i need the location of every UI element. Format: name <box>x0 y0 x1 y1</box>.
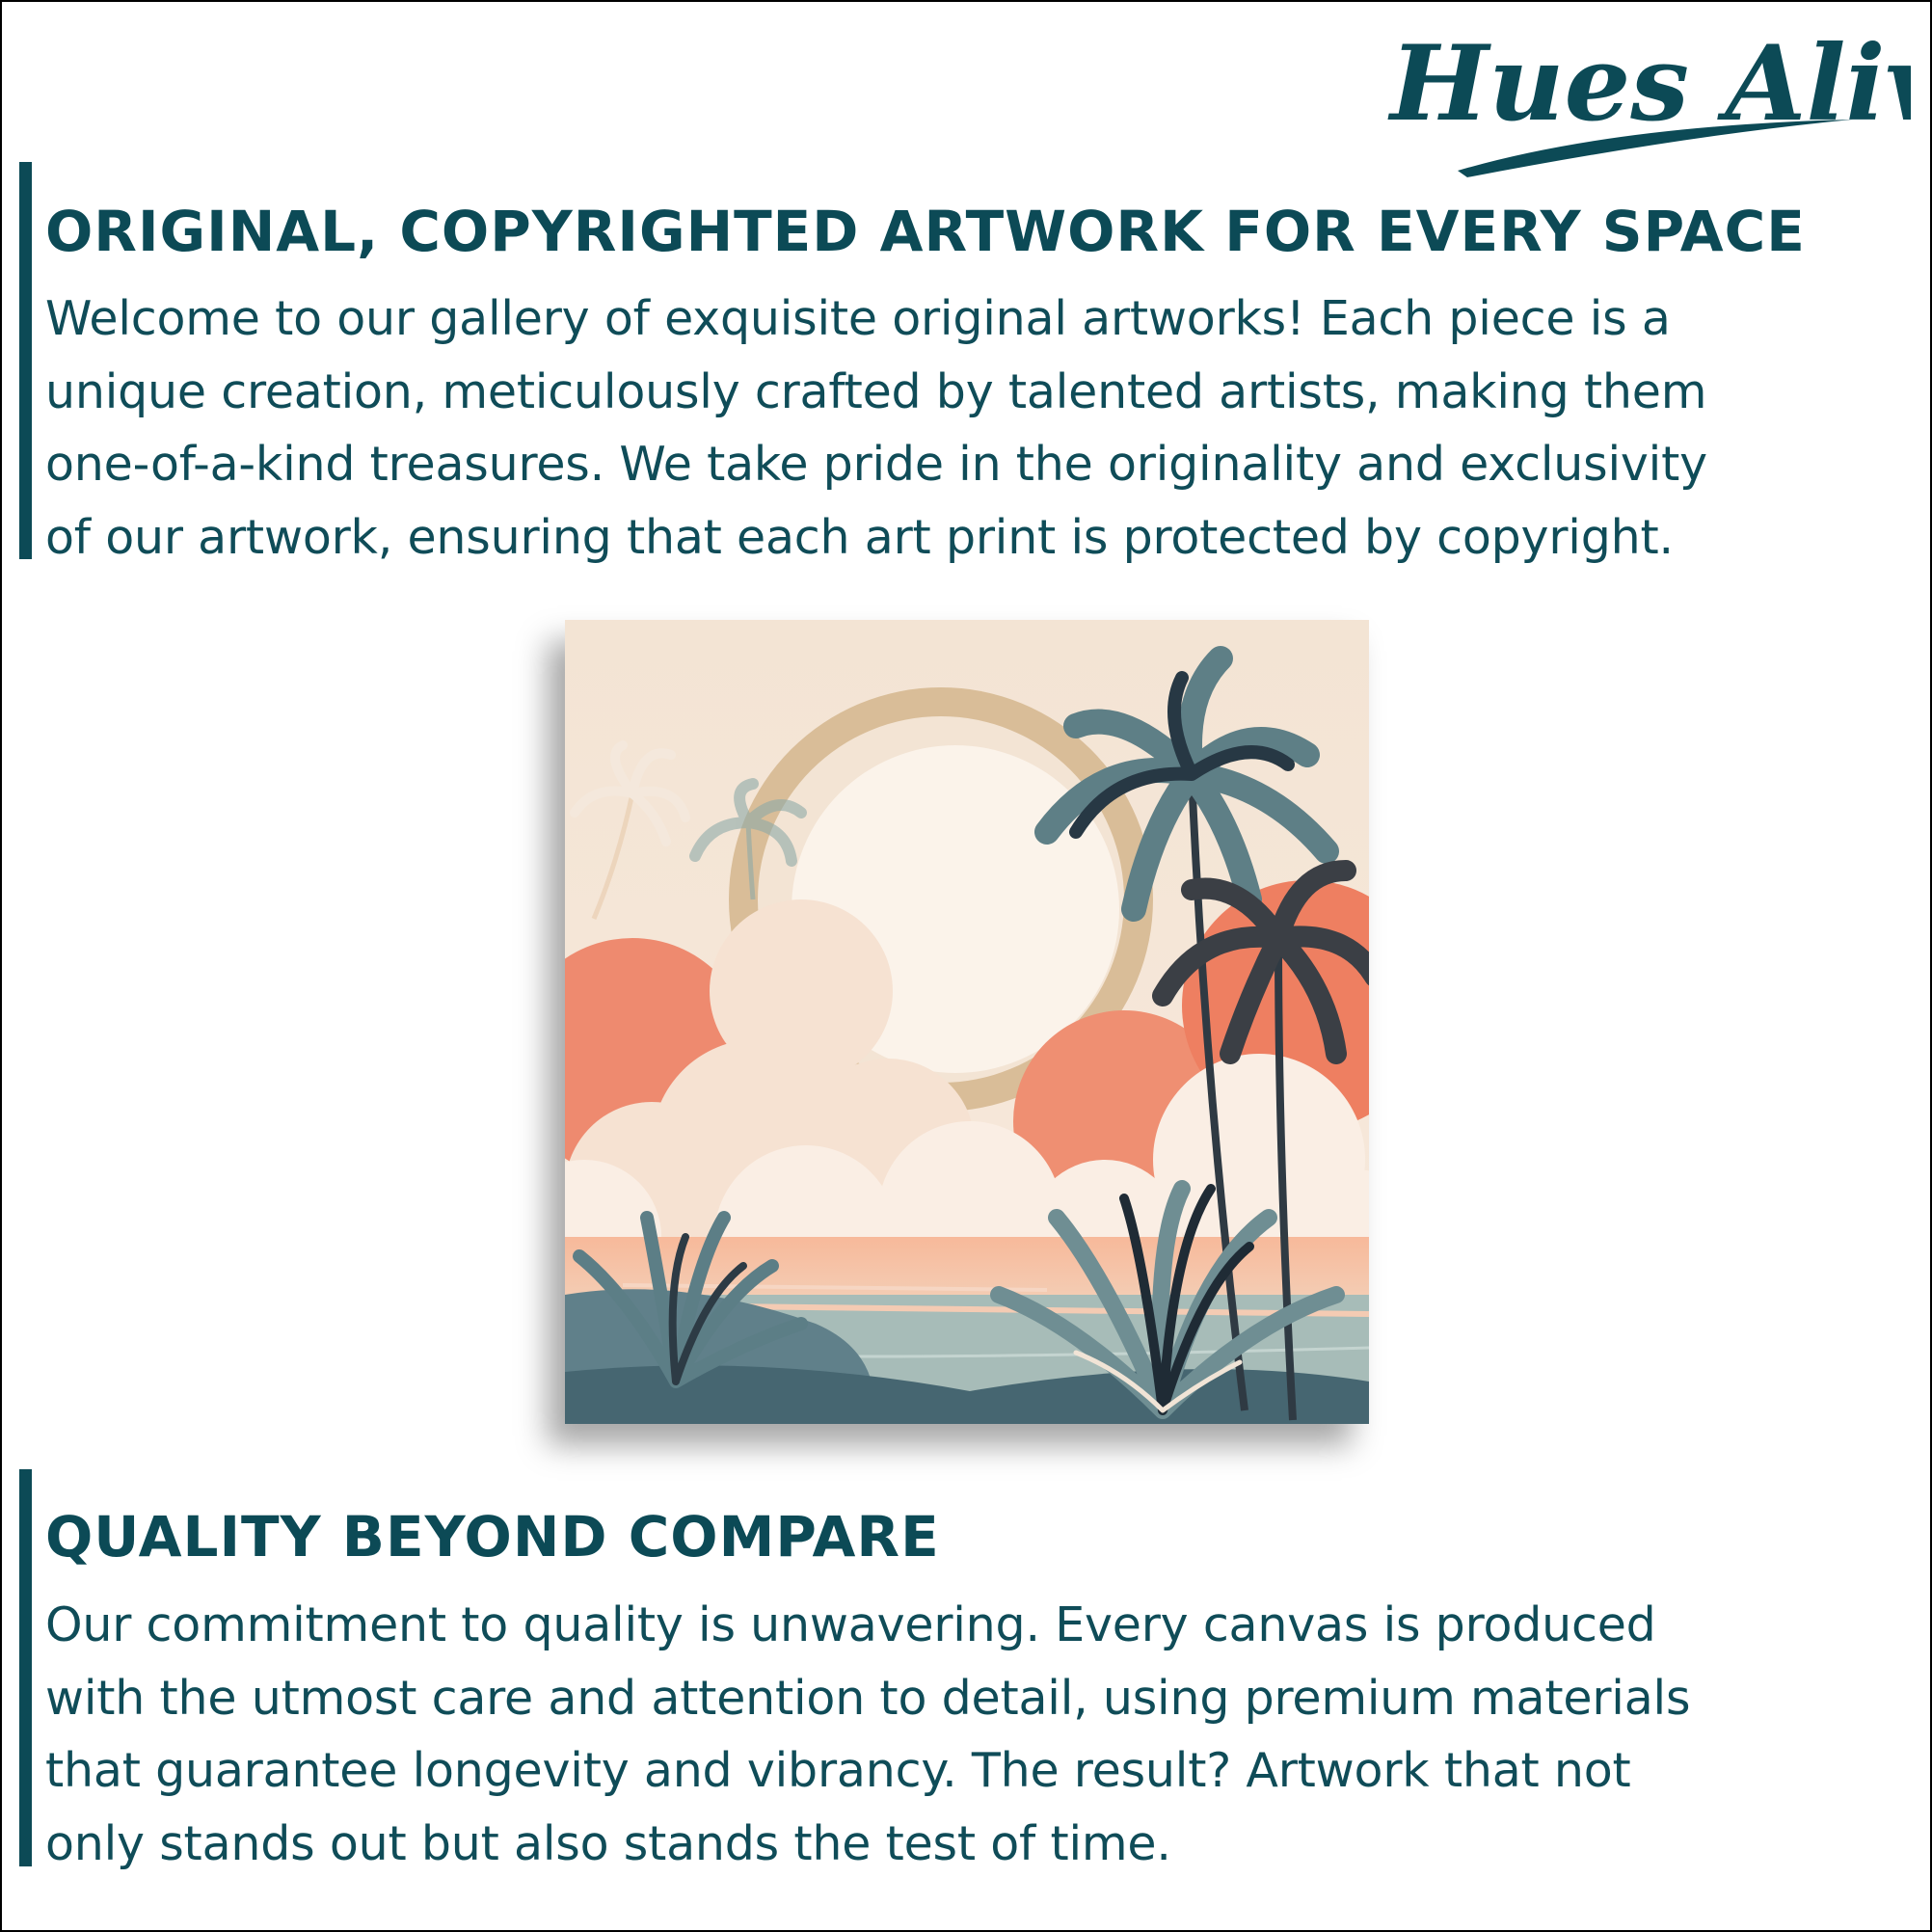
section-accent-bar <box>19 1469 32 1866</box>
section-accent-bar <box>19 162 32 559</box>
artwork-print <box>565 620 1369 1424</box>
paragraph-line: with the utmost care and attention to de… <box>45 1670 1691 1726</box>
paragraph-line: only stands out but also stands the test… <box>45 1815 1171 1871</box>
section-heading: QUALITY BEYOND COMPARE <box>45 1504 940 1570</box>
section-paragraph: Our commitment to quality is unwavering.… <box>45 1589 1690 1880</box>
section-paragraph: Welcome to our gallery of exquisite orig… <box>45 282 1707 574</box>
section-heading: ORIGINAL, COPYRIGHTED ARTWORK FOR EVERY … <box>45 199 1806 264</box>
page-frame: Hues Alive ORIGINAL, COPYRIGHTED ARTWORK… <box>0 0 1932 1932</box>
paragraph-line: unique creation, meticulously crafted by… <box>45 363 1707 419</box>
section-original-artwork: ORIGINAL, COPYRIGHTED ARTWORK FOR EVERY … <box>19 162 1909 565</box>
brand-logo-text: Hues Alive <box>1387 23 1911 145</box>
paragraph-line: Our commitment to quality is unwavering.… <box>45 1597 1656 1652</box>
paragraph-line: Welcome to our gallery of exquisite orig… <box>45 291 1671 346</box>
section-quality: QUALITY BEYOND COMPARE Our commitment to… <box>19 1469 1909 1871</box>
paragraph-line: one-of-a-kind treasures. We take pride i… <box>45 437 1707 492</box>
paragraph-line: that guarantee longevity and vibrancy. T… <box>45 1743 1631 1798</box>
brand-logo: Hues Alive <box>1371 12 1930 185</box>
paragraph-line: of our artwork, ensuring that each art p… <box>45 509 1674 565</box>
brand-logo-graphic: Hues Alive <box>1387 23 1930 177</box>
artwork-illustration <box>565 620 1369 1424</box>
